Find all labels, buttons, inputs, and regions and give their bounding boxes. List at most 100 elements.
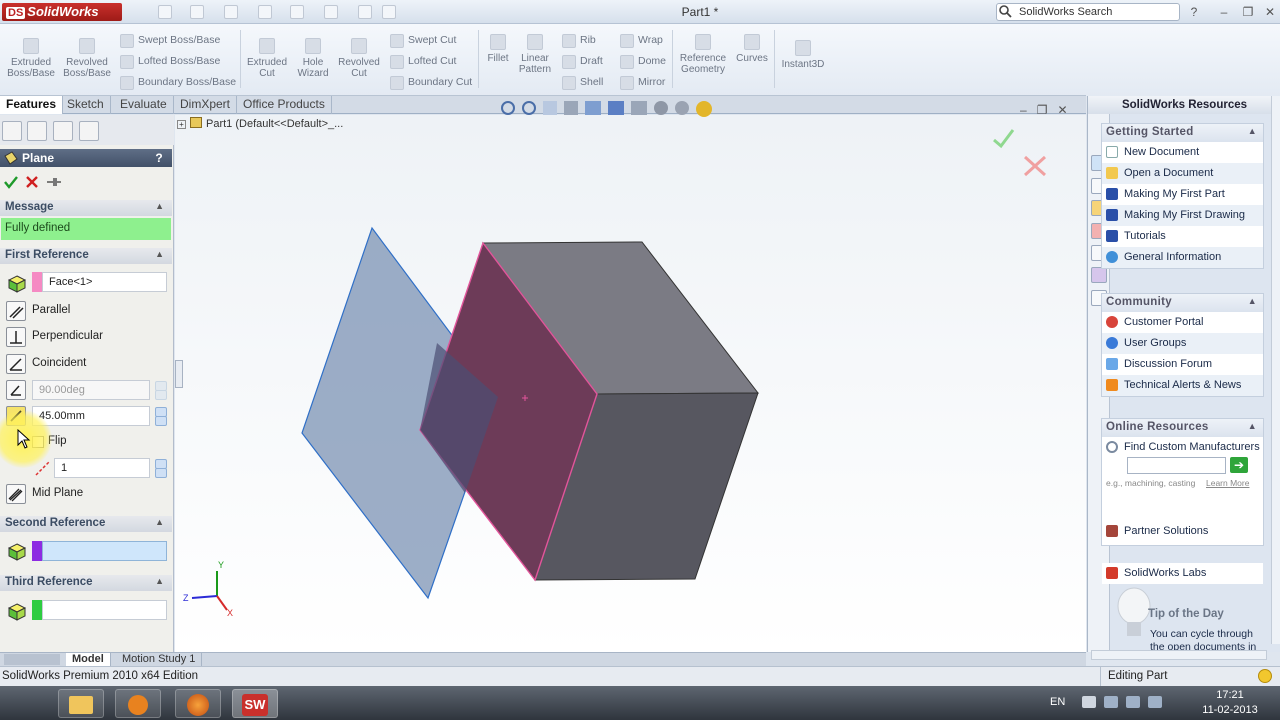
clock-date[interactable]: 11-02-2013 bbox=[1190, 704, 1270, 716]
confirmation-corner[interactable] bbox=[993, 129, 1047, 177]
taskbar-explorer-icon[interactable] bbox=[58, 689, 104, 718]
go-arrow-icon[interactable]: ➔ bbox=[1230, 457, 1248, 473]
third-reference-field[interactable] bbox=[42, 600, 167, 620]
tab-office-products[interactable]: Office Products bbox=[237, 96, 332, 114]
technical-alerts-link[interactable]: Technical Alerts & News bbox=[1102, 375, 1263, 396]
print-icon[interactable] bbox=[258, 5, 272, 19]
rib-button[interactable]: Rib bbox=[562, 32, 596, 48]
display-style-icon[interactable] bbox=[608, 101, 624, 115]
linear-pattern-button[interactable]: Linear Pattern bbox=[514, 34, 556, 75]
distance-spinner[interactable] bbox=[153, 407, 167, 426]
cancel-icon[interactable] bbox=[26, 176, 38, 188]
solidworks-labs-link[interactable]: SolidWorks Labs bbox=[1102, 563, 1263, 584]
user-groups-link[interactable]: User Groups bbox=[1102, 333, 1263, 354]
section-view-icon[interactable] bbox=[564, 101, 578, 115]
mid-plane-option[interactable]: Mid Plane bbox=[4, 483, 172, 505]
revolved-cut-button[interactable]: Revolved Cut bbox=[336, 38, 382, 79]
tray-volume-icon[interactable] bbox=[1126, 696, 1140, 708]
first-reference-field[interactable]: Face<1> bbox=[42, 272, 167, 292]
ok-icon[interactable] bbox=[4, 175, 18, 189]
collapse-icon[interactable]: ▲ bbox=[155, 576, 164, 586]
learn-more-link[interactable]: Learn More bbox=[1206, 478, 1249, 488]
distance-field[interactable]: 45.00mm bbox=[32, 406, 150, 426]
collapse-icon[interactable]: ▲ bbox=[155, 201, 164, 211]
help-icon[interactable]: ? bbox=[1186, 4, 1202, 20]
boundary-cut-button[interactable]: Boundary Cut bbox=[390, 74, 472, 90]
first-reference-header[interactable]: First Reference ▲ bbox=[0, 248, 172, 264]
fillet-button[interactable]: Fillet bbox=[482, 34, 514, 64]
previous-view-icon[interactable] bbox=[543, 101, 557, 115]
taskbar-firefox-icon[interactable] bbox=[175, 689, 221, 718]
extruded-cut-button[interactable]: Extruded Cut bbox=[244, 38, 290, 79]
lofted-cut-button[interactable]: Lofted Cut bbox=[390, 53, 456, 69]
getting-started-header[interactable]: Getting Started ▲ bbox=[1102, 124, 1263, 142]
expand-icon[interactable]: + bbox=[177, 120, 186, 129]
zoom-to-area-icon[interactable] bbox=[522, 101, 536, 115]
view-settings-icon[interactable] bbox=[696, 101, 712, 117]
help-bubble-icon[interactable] bbox=[1258, 669, 1272, 683]
community-header[interactable]: Community ▲ bbox=[1102, 294, 1263, 312]
hide-show-items-icon[interactable] bbox=[631, 101, 647, 115]
property-manager-icon[interactable] bbox=[27, 121, 47, 141]
second-reference-field[interactable] bbox=[42, 541, 167, 561]
app-logo[interactable]: DS SolidWorks bbox=[2, 3, 122, 21]
online-resources-header[interactable]: Online Resources ▲ bbox=[1102, 419, 1263, 437]
close-button[interactable]: ✕ bbox=[1262, 4, 1278, 20]
open-icon[interactable] bbox=[190, 5, 204, 19]
graphics-area[interactable]: Y Z X + Part1 (Default<<Default>_... – ❐ … bbox=[175, 101, 1086, 652]
new-document-link[interactable]: New Document bbox=[1102, 142, 1263, 163]
manufacturer-search-input[interactable] bbox=[1127, 457, 1226, 474]
tray-network-icon[interactable] bbox=[1104, 696, 1118, 708]
edit-appearance-icon[interactable] bbox=[654, 101, 668, 115]
lofted-boss-button[interactable]: Lofted Boss/Base bbox=[120, 53, 220, 69]
search-input[interactable]: SolidWorks Search bbox=[996, 3, 1180, 21]
revolved-boss-button[interactable]: Revolved Boss/Base bbox=[60, 38, 114, 79]
new-icon[interactable] bbox=[158, 5, 172, 19]
pushpin-icon[interactable] bbox=[46, 176, 62, 188]
general-information-link[interactable]: General Information bbox=[1102, 247, 1263, 268]
task-pane-scrollbar[interactable] bbox=[1271, 96, 1280, 644]
tab-model[interactable]: Model bbox=[66, 653, 111, 667]
third-reference-header[interactable]: Third Reference ▲ bbox=[0, 575, 172, 591]
plane-count-field[interactable]: 1 bbox=[54, 458, 150, 478]
instant3d-button[interactable]: Instant3D bbox=[778, 40, 828, 70]
coincident-option[interactable]: Coincident bbox=[4, 353, 172, 375]
collapse-icon[interactable]: ▲ bbox=[155, 517, 164, 527]
hole-wizard-button[interactable]: Hole Wizard bbox=[292, 38, 334, 79]
boundary-boss-button[interactable]: Boundary Boss/Base bbox=[120, 74, 236, 90]
tab-sketch[interactable]: Sketch bbox=[61, 96, 111, 114]
configuration-manager-icon[interactable] bbox=[53, 121, 73, 141]
apply-scene-icon[interactable] bbox=[675, 101, 689, 115]
wrap-button[interactable]: Wrap bbox=[620, 32, 663, 48]
restore-button[interactable]: ❐ bbox=[1240, 4, 1256, 20]
message-section-header[interactable]: Message ▲ bbox=[0, 200, 172, 216]
select-icon[interactable] bbox=[324, 5, 338, 19]
open-document-link[interactable]: Open a Document bbox=[1102, 163, 1263, 184]
tab-dimxpert[interactable]: DimXpert bbox=[174, 96, 238, 114]
swept-boss-button[interactable]: Swept Boss/Base bbox=[120, 32, 220, 48]
dimxpert-manager-icon[interactable] bbox=[79, 121, 99, 141]
minimize-button[interactable]: – bbox=[1216, 4, 1232, 20]
horizontal-scrollbar[interactable] bbox=[1091, 650, 1267, 660]
options-icon[interactable] bbox=[382, 5, 396, 19]
count-spinner[interactable] bbox=[153, 459, 167, 478]
parallel-option[interactable]: Parallel bbox=[4, 300, 172, 322]
tab-evaluate[interactable]: Evaluate bbox=[114, 96, 174, 114]
appearances-icon[interactable] bbox=[1091, 267, 1107, 283]
taskbar-media-player-icon[interactable] bbox=[115, 689, 161, 718]
draft-button[interactable]: Draft bbox=[562, 53, 603, 69]
tray-flag-icon[interactable] bbox=[1082, 696, 1096, 708]
taskbar-solidworks-icon[interactable]: SW bbox=[232, 689, 278, 718]
feature-manager-icon[interactable] bbox=[2, 121, 22, 141]
collapse-icon[interactable]: ▲ bbox=[155, 249, 164, 259]
panel-splitter-handle[interactable] bbox=[175, 360, 183, 388]
undo-icon[interactable] bbox=[290, 5, 304, 19]
zoom-to-fit-icon[interactable] bbox=[501, 101, 515, 115]
viewport-restore-button[interactable]: ❐ bbox=[1037, 103, 1048, 117]
feature-tree-root[interactable]: + Part1 (Default<<Default>_... bbox=[177, 117, 343, 130]
viewport-minimize-button[interactable]: – bbox=[1020, 103, 1027, 117]
reference-geometry-button[interactable]: Reference Geometry bbox=[676, 34, 730, 75]
curves-button[interactable]: Curves bbox=[734, 34, 770, 64]
first-part-link[interactable]: Making My First Part bbox=[1102, 184, 1263, 205]
partner-solutions-link[interactable]: Partner Solutions bbox=[1102, 521, 1263, 542]
